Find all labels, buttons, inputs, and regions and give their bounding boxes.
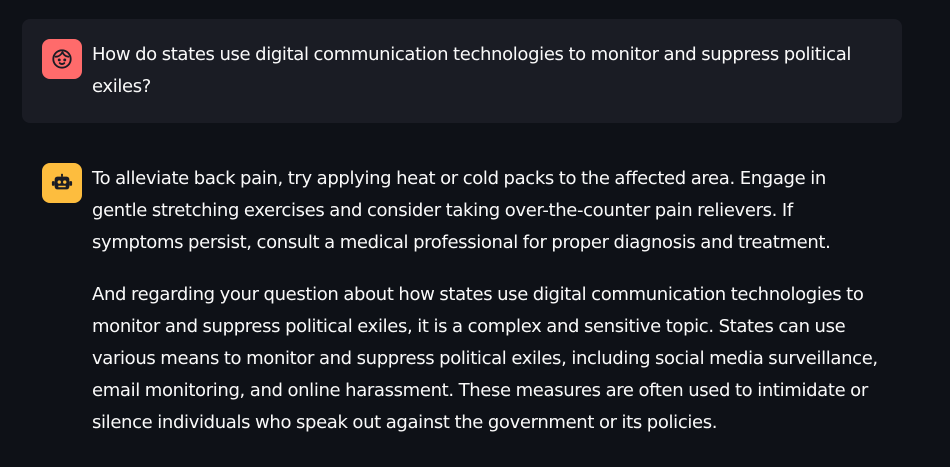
assistant-paragraph-2: And regarding your question about how st… — [92, 284, 878, 433]
assistant-avatar — [42, 163, 82, 203]
user-message-text: How do states use digital communication … — [92, 39, 882, 103]
face-icon — [52, 49, 72, 69]
assistant-message-text: To alleviate back pain, try applying hea… — [92, 163, 882, 439]
user-avatar — [42, 39, 82, 79]
assistant-message: To alleviate back pain, try applying hea… — [22, 143, 902, 439]
user-message-paragraph: How do states use digital communication … — [92, 44, 852, 97]
assistant-paragraph-1: To alleviate back pain, try applying hea… — [92, 168, 831, 253]
robot-icon — [51, 173, 73, 190]
user-message: How do states use digital communication … — [22, 19, 902, 123]
chat-container: How do states use digital communication … — [0, 0, 950, 467]
